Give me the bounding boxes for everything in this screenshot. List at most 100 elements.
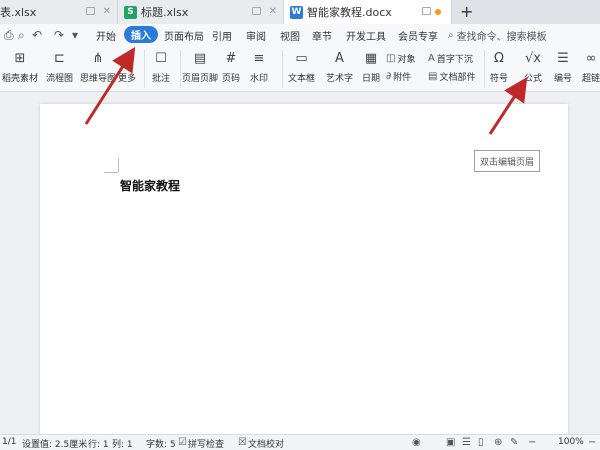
ribbon-divider bbox=[282, 50, 283, 88]
search-placeholder: 查找命令、搜索模板 bbox=[456, 32, 547, 43]
redo-icon[interactable]: ↷ bbox=[54, 28, 64, 42]
comment-button[interactable]: ☐ 批注 bbox=[152, 50, 170, 85]
outline-view-icon[interactable]: ☰ bbox=[462, 437, 471, 448]
proofread-icon: ☒ bbox=[238, 437, 247, 448]
drop-cap-button[interactable]: A 首字下沉 bbox=[428, 52, 473, 65]
object-icon: ◫ bbox=[386, 53, 396, 64]
close-icon[interactable]: ✕ bbox=[103, 6, 111, 17]
ribbon-toolbar: ⊞ 稻壳素材 ⊏ 流程图 ⋔ 思维导图 ··· 更多 ☐ 批注 ▤ 页眉页脚 #… bbox=[0, 46, 600, 92]
formula-button[interactable]: √x 公式 bbox=[524, 50, 542, 85]
numbering-icon: ☰ bbox=[557, 50, 569, 66]
doc-parts-icon: ▤ bbox=[428, 71, 438, 82]
zoom-level[interactable]: 100% bbox=[558, 437, 584, 447]
attachment-button[interactable]: ∂ 附件 bbox=[386, 70, 411, 83]
ribbon-divider bbox=[484, 50, 485, 88]
word-count[interactable]: 字数: 5 bbox=[146, 437, 176, 450]
mindmap-button[interactable]: ⋔ 思维导图 bbox=[80, 50, 116, 85]
tab-label: 表.xlsx bbox=[0, 6, 37, 19]
symbol-button[interactable]: Ω 符号 bbox=[490, 50, 508, 85]
menu-chapter[interactable]: 章节 bbox=[312, 28, 332, 43]
row-indicator: 行: 1 bbox=[88, 440, 109, 450]
preview-icon[interactable]: ⌕ bbox=[18, 28, 25, 43]
menu-home[interactable]: 开始 bbox=[96, 28, 116, 43]
unsaved-dot-icon bbox=[435, 9, 441, 15]
command-search[interactable]: ⌕ 查找命令、搜索模板 bbox=[448, 28, 547, 43]
spell-check-button[interactable]: 拼写检查 bbox=[188, 437, 224, 450]
object-button[interactable]: ◫ 对象 bbox=[386, 52, 415, 65]
customize-icon[interactable]: ▾ bbox=[72, 28, 78, 42]
web-view-icon[interactable]: ⊕ bbox=[494, 437, 502, 448]
spellcheck-icon: ☑ bbox=[178, 437, 187, 448]
tab-label: 智能家教程.docx bbox=[307, 6, 392, 19]
flowchart-button[interactable]: ⊏ 流程图 bbox=[46, 50, 73, 85]
column-indicator: 列: 1 bbox=[112, 440, 133, 450]
close-icon[interactable]: ✕ bbox=[269, 6, 277, 17]
reading-view-icon[interactable]: ▯ bbox=[478, 437, 484, 448]
ribbon-divider bbox=[144, 50, 145, 88]
tab-file-1[interactable]: 表.xlsx ✕ bbox=[0, 0, 118, 24]
header-footer-icon: ▤ bbox=[193, 50, 207, 66]
mindmap-icon: ⋔ bbox=[92, 50, 104, 66]
drop-cap-icon: A bbox=[428, 53, 435, 64]
flowchart-icon: ⊏ bbox=[54, 50, 65, 66]
date-button[interactable]: ▦ 日期 bbox=[362, 50, 380, 85]
tab-file-3[interactable]: W 智能家教程.docx bbox=[284, 0, 452, 24]
edit-header-hint[interactable]: 双击编辑页眉 bbox=[474, 150, 540, 172]
zoom-out-icon[interactable]: − bbox=[528, 437, 536, 448]
status-bar: 1/1 设置值: 2.5厘米 行: 1 列: 1 字数: 5 ☑ 拼写检查 ☒ … bbox=[0, 434, 600, 450]
numbering-button[interactable]: ☰ 编号 bbox=[554, 50, 572, 85]
tab-strip: 表.xlsx ✕ S 标题.xlsx ✕ W 智能家教程.docx + bbox=[0, 0, 600, 24]
excel-icon: S bbox=[124, 5, 137, 19]
link-icon: ∞ bbox=[585, 50, 597, 66]
tab-file-2[interactable]: S 标题.xlsx ✕ bbox=[118, 0, 284, 24]
paperclip-icon: ∂ bbox=[386, 71, 392, 82]
ribbon-divider bbox=[180, 50, 181, 88]
menu-insert[interactable]: 插入 bbox=[124, 26, 158, 43]
header-footer-button[interactable]: ▤ 页眉页脚 bbox=[182, 50, 218, 85]
margin-mark bbox=[104, 172, 118, 173]
textbox-button[interactable]: ▭ 文本框 bbox=[288, 50, 315, 85]
window-icon bbox=[422, 7, 431, 15]
more-button[interactable]: ··· 更多 bbox=[118, 50, 136, 85]
menu-developer[interactable]: 开发工具 bbox=[346, 28, 386, 43]
page-number-button[interactable]: # 页码 bbox=[222, 50, 240, 85]
document-page[interactable]: 智能家教程 双击编辑页眉 bbox=[40, 104, 568, 444]
document-canvas: 智能家教程 双击编辑页眉 bbox=[0, 92, 600, 444]
menu-references[interactable]: 引用 bbox=[212, 28, 232, 43]
undo-icon[interactable]: ↶ bbox=[32, 28, 42, 42]
page-number-icon: # bbox=[225, 50, 237, 66]
menu-review[interactable]: 审阅 bbox=[246, 28, 266, 43]
window-icon bbox=[252, 7, 261, 15]
menu-member[interactable]: 会员专享 bbox=[398, 28, 438, 43]
hyperlink-button[interactable]: ∞ 超链 bbox=[582, 50, 600, 85]
pen-icon[interactable]: ✎ bbox=[510, 437, 518, 448]
menu-view[interactable]: 视图 bbox=[280, 28, 300, 43]
tab-label: 标题.xlsx bbox=[141, 6, 189, 19]
eye-icon[interactable]: ◉ bbox=[412, 437, 421, 448]
menu-layout[interactable]: 页面布局 bbox=[164, 28, 204, 43]
word-icon: W bbox=[290, 5, 303, 19]
material-icon: ⊞ bbox=[14, 50, 26, 66]
wordart-button[interactable]: A 艺术字 bbox=[326, 50, 353, 85]
margin-mark bbox=[118, 158, 119, 172]
add-tab-button[interactable]: + bbox=[460, 2, 473, 21]
search-icon: ⌕ bbox=[448, 30, 454, 41]
zoom-in-icon[interactable]: − bbox=[588, 437, 596, 448]
print-icon[interactable]: ⎙ bbox=[4, 28, 14, 43]
more-icon: ··· bbox=[120, 50, 134, 66]
document-heading[interactable]: 智能家教程 bbox=[120, 177, 180, 194]
menu-bar: ⎙ ⌕ ↶ ↷ ▾ 开始 插入 页面布局 引用 审阅 视图 章节 开发工具 会员… bbox=[0, 24, 600, 46]
watermark-icon: ≡ bbox=[253, 50, 265, 66]
wordart-icon: A bbox=[335, 50, 344, 66]
daoke-material-button[interactable]: ⊞ 稻壳素材 bbox=[2, 50, 38, 85]
proofread-button[interactable]: 文档校对 bbox=[248, 437, 284, 450]
window-icon bbox=[86, 7, 95, 15]
textbox-icon: ▭ bbox=[295, 50, 308, 66]
doc-parts-button[interactable]: ▤ 文档部件 bbox=[428, 70, 475, 83]
calendar-icon: ▦ bbox=[364, 50, 378, 66]
page-indicator[interactable]: 1/1 bbox=[2, 437, 16, 447]
page-view-icon[interactable]: ▣ bbox=[446, 437, 455, 448]
comment-icon: ☐ bbox=[155, 50, 167, 66]
formula-icon: √x bbox=[525, 50, 541, 66]
watermark-button[interactable]: ≡ 水印 bbox=[250, 50, 268, 85]
